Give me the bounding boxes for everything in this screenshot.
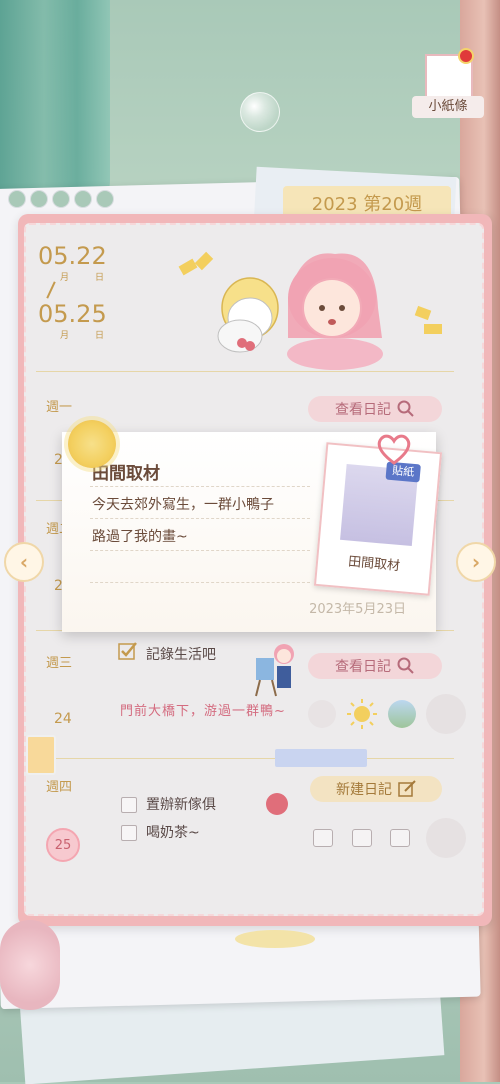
drink-sticker: [26, 735, 56, 775]
section-divider: [36, 758, 454, 759]
empty-thumbnail[interactable]: [426, 818, 466, 858]
empty-slot[interactable]: [352, 829, 372, 847]
section-divider: [36, 371, 454, 372]
photo-thumbnail[interactable]: [388, 700, 416, 728]
wed-description: 門前大橋下，游過一群鴨~: [120, 704, 286, 719]
heart-icon: [377, 434, 411, 465]
leaf-decoration: [235, 930, 315, 948]
thu-todo-1: 置辦新傢俱: [146, 797, 216, 813]
stamp-icon: [266, 793, 288, 815]
popup-ruling: [90, 518, 310, 519]
sun-weather-icon: [68, 420, 116, 468]
new-diary-button[interactable]: 新建日記: [310, 776, 442, 802]
popup-text-line1: 今天去郊外寫生，一群小鴨子: [92, 497, 274, 513]
sticker-label: 田間取材: [347, 554, 401, 575]
date-month-label: 月: [60, 273, 70, 283]
next-week-button[interactable]: ›: [456, 542, 496, 582]
view-diary-label: 查看日記: [335, 402, 391, 418]
bubble-decoration: [240, 92, 280, 132]
date-start: 05.22: [38, 242, 107, 270]
sun-weather-icon[interactable]: [346, 698, 378, 730]
chevron-left-icon: ‹: [19, 550, 29, 574]
view-diary-button[interactable]: 查看日記: [308, 396, 442, 422]
edit-icon: [398, 780, 416, 797]
item-thumbnail[interactable]: [426, 694, 466, 734]
date-end: 05.25: [38, 300, 107, 328]
mood-sad-icon[interactable]: [308, 700, 336, 728]
pin-icon: [458, 48, 474, 64]
toy-decoration: [0, 920, 60, 1010]
date-day-label: 日: [95, 331, 105, 341]
washi-tape-decoration: [275, 749, 367, 767]
day-num-thu: 25: [46, 828, 80, 862]
checkmark-icon: [118, 642, 137, 660]
popup-text-line2: 路過了我的畫~: [92, 529, 188, 545]
day-label-thu: 週四: [46, 780, 73, 795]
chevron-right-icon: ›: [471, 550, 481, 574]
search-icon: [397, 657, 414, 674]
date-month-label: 月: [60, 331, 70, 341]
empty-slot[interactable]: [390, 829, 410, 847]
header-illustration: [178, 251, 442, 370]
empty-slot[interactable]: [313, 829, 333, 847]
note-button[interactable]: 小紙條: [412, 48, 484, 118]
day-label-mon: 週一: [46, 400, 73, 415]
view-diary-button[interactable]: 查看日記: [308, 653, 442, 679]
popup-date: 2023年5月23日: [309, 602, 406, 617]
todo-checkbox[interactable]: [121, 825, 137, 841]
new-diary-label: 新建日記: [336, 782, 392, 798]
wed-todo: 記錄生活吧: [146, 647, 216, 663]
prev-week-button[interactable]: ‹: [4, 542, 44, 582]
todo-checkbox[interactable]: [121, 797, 137, 813]
popup-ruling: [90, 550, 310, 551]
day-label-wed: 週三: [46, 656, 73, 671]
search-icon: [397, 400, 414, 417]
thu-todo-2: 喝奶茶~: [146, 825, 200, 841]
popup-ruling: [90, 582, 310, 583]
date-day-label: 日: [95, 273, 105, 283]
view-diary-label: 查看日記: [335, 659, 391, 675]
note-label: 小紙條: [412, 96, 484, 118]
popup-ruling: [90, 486, 310, 487]
spiral-holes: [8, 190, 114, 208]
painter-girl-sticker: [255, 644, 294, 697]
day-num-wed: 24: [54, 711, 72, 727]
